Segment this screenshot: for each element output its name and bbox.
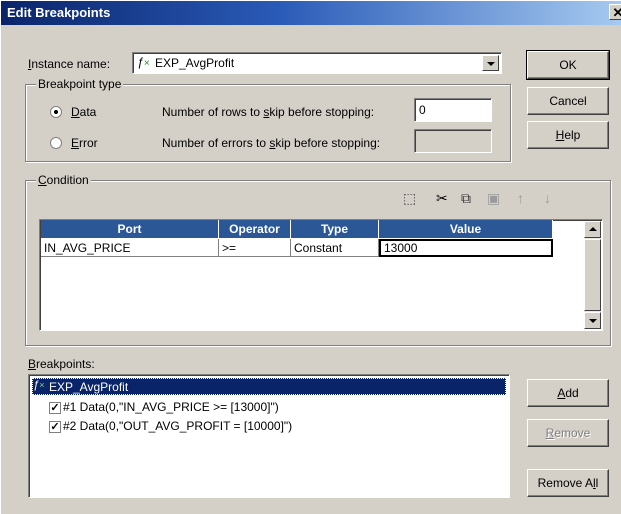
breakpoints-label: Breakpoints: [28, 357, 95, 371]
remove-button[interactable]: Remove [527, 419, 609, 447]
instance-name-label: Instance name: [28, 57, 111, 71]
cell-port[interactable]: IN_AVG_PRICE [41, 239, 219, 257]
error-radio[interactable] [50, 137, 62, 149]
chevron-down-icon [487, 62, 495, 66]
breakpoint-text-2: #2 Data(0,"OUT_AVG_PROFIT = [10000]") [63, 419, 293, 433]
remove-all-button[interactable]: Remove All [527, 469, 609, 497]
edit-breakpoints-dialog: Edit Breakpoints ✕ Instance name: ƒ× EXP… [0, 0, 621, 514]
cell-operator[interactable]: >= [219, 239, 291, 257]
move-down-icon[interactable]: ↓ [544, 190, 551, 206]
move-up-icon[interactable]: ↑ [517, 190, 524, 206]
scroll-thumb[interactable] [584, 239, 601, 311]
rows-to-skip-label: Number of rows to skip before stopping: [162, 105, 375, 119]
cell-type[interactable]: Constant [291, 239, 379, 257]
add-button[interactable]: Add [527, 379, 609, 407]
data-radio-label: Data [71, 105, 97, 119]
instance-name-combobox[interactable]: ƒ× EXP_AvgProfit [132, 52, 502, 74]
chevron-down-icon [589, 319, 597, 323]
breakpoint-text-1: #1 Data(0,"IN_AVG_PRICE >= [13000]") [63, 400, 279, 414]
errors-to-skip-input[interactable] [414, 129, 492, 153]
close-icon[interactable]: ✕ [609, 4, 621, 20]
new-row-icon[interactable]: ⬚ [403, 190, 416, 207]
cut-icon[interactable]: ✂ [436, 190, 448, 207]
tree-root-item[interactable]: ƒ× EXP_AvgProfit [32, 378, 506, 395]
tree-root-label: EXP_AvgProfit [49, 380, 129, 394]
breakpoint-checkbox-1[interactable]: ✓ [49, 402, 61, 414]
chevron-up-icon [589, 227, 597, 231]
breakpoints-tree: ƒ× EXP_AvgProfit ✓ #1 Data(0,"IN_AVG_PRI… [28, 374, 510, 498]
help-button[interactable]: Help [527, 121, 609, 149]
grid-scrollbar[interactable] [584, 221, 601, 329]
column-header-value[interactable]: Value [379, 220, 553, 238]
title-bar[interactable]: Edit Breakpoints [1, 1, 621, 25]
error-radio-label: Error [71, 136, 98, 150]
rows-to-skip-input[interactable]: 0 [414, 98, 492, 122]
column-header-operator[interactable]: Operator [219, 220, 291, 238]
column-header-port[interactable]: Port [41, 220, 219, 238]
breakpoint-checkbox-2[interactable]: ✓ [49, 421, 61, 433]
copy-icon[interactable]: ⧉ [461, 190, 471, 207]
paste-icon[interactable]: ▣ [487, 190, 500, 207]
window-title: Edit Breakpoints [7, 5, 111, 20]
instance-name-value: EXP_AvgProfit [155, 56, 235, 70]
errors-to-skip-label: Number of errors to skip before stopping… [162, 136, 381, 150]
condition-grid: Port Operator Type Value IN_AVG_PRICE >=… [39, 219, 603, 331]
scroll-down-button[interactable] [584, 312, 601, 329]
expression-fx-icon: ƒ× [33, 379, 45, 391]
data-radio[interactable] [50, 106, 62, 118]
cancel-button[interactable]: Cancel [527, 87, 609, 115]
cell-value[interactable]: 13000 [379, 239, 553, 257]
instance-dropdown-button[interactable] [482, 55, 499, 71]
rows-to-skip-value: 0 [419, 103, 426, 117]
expression-fx-icon: ƒ× [137, 55, 150, 69]
column-header-type[interactable]: Type [291, 220, 379, 238]
breakpoint-type-legend: Breakpoint type [36, 77, 124, 91]
condition-legend: Condition [36, 173, 91, 187]
ok-button[interactable]: OK [526, 50, 610, 80]
scroll-up-button[interactable] [584, 221, 601, 238]
